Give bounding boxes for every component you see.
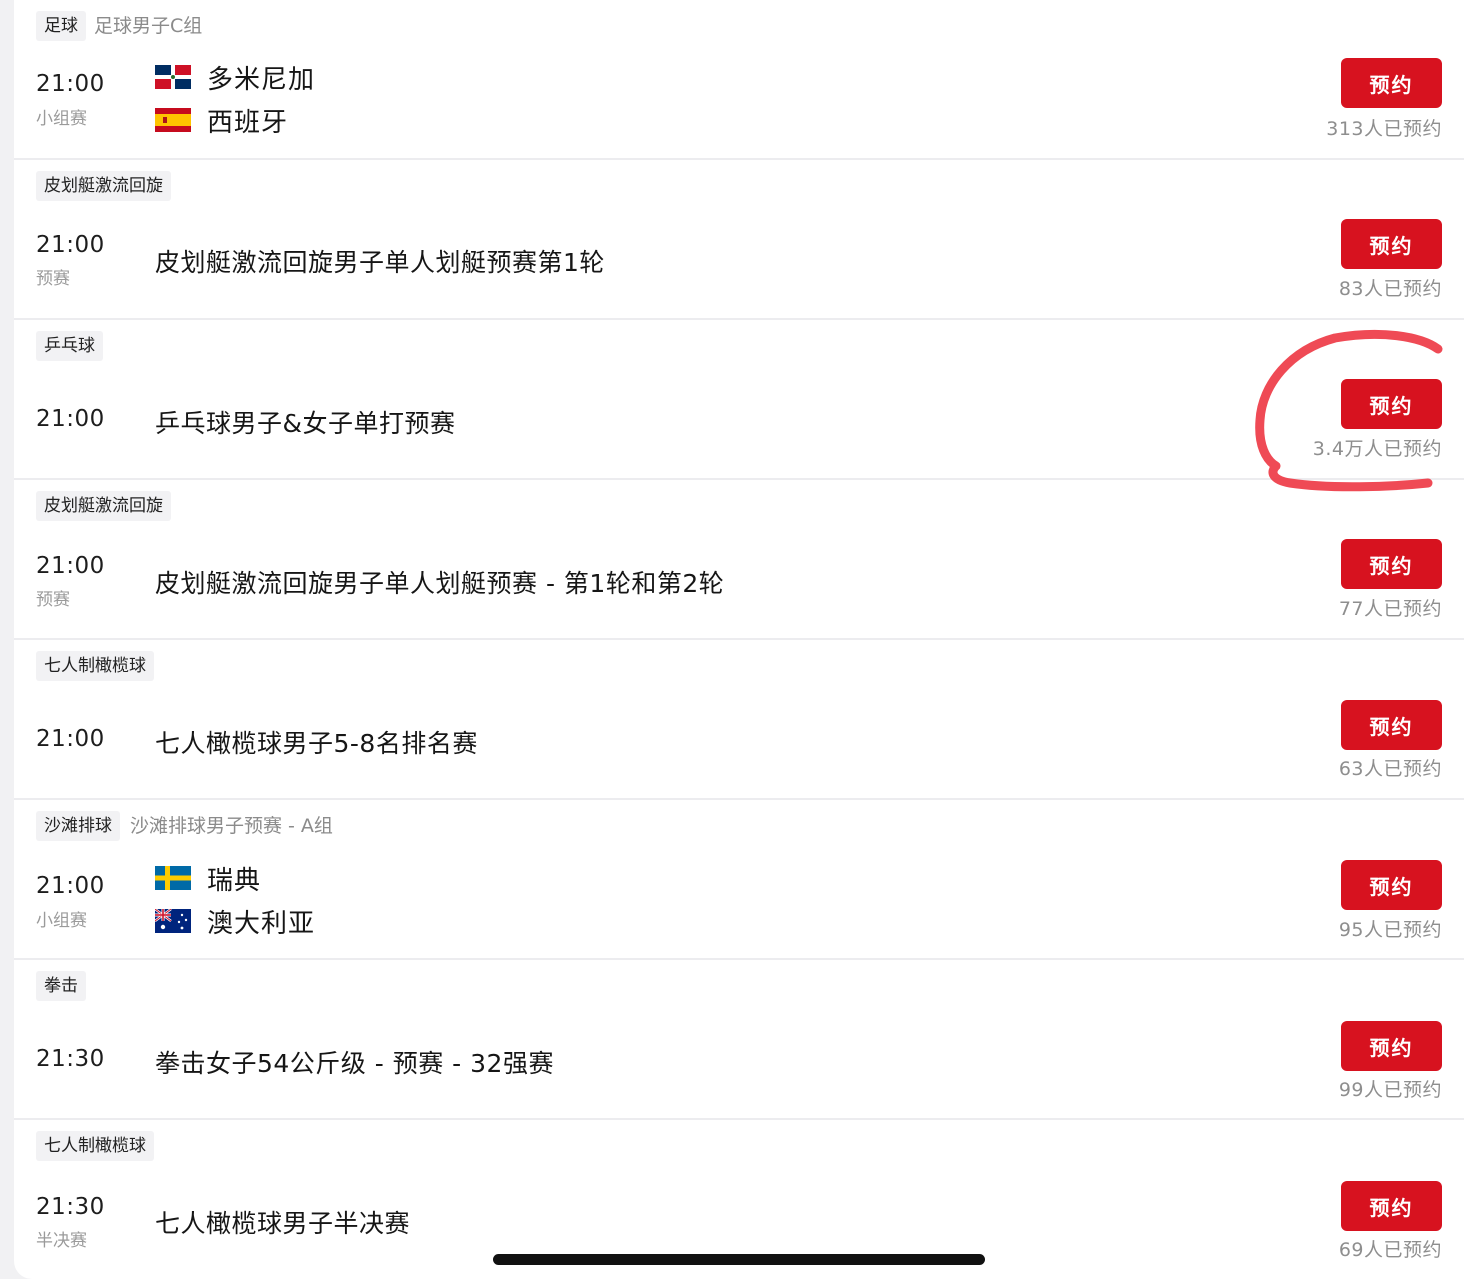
event-row-canoe: 皮划艇激流回旋 21:00 预赛 皮划艇激流回旋男子单人划艇预赛第1轮 预约 8… — [14, 160, 1464, 320]
reservation-count: 99人已预约 — [1338, 1079, 1442, 1101]
reservation-count: 95人已预约 — [1338, 919, 1442, 941]
event-time: 21:00 — [36, 232, 105, 258]
event-title: 皮划艇激流回旋男子单人划艇预赛第1轮 — [155, 248, 605, 277]
event-title: 七人橄榄球男子半决赛 — [155, 1209, 411, 1238]
event-title: 拳击女子54公斤级 - 预赛 - 32强赛 — [155, 1049, 554, 1078]
sport-tag: 七人制橄榄球 — [36, 1131, 154, 1161]
reservation-count: 3.4万人已预约 — [1312, 438, 1442, 460]
team-name: 西班牙 — [207, 107, 289, 138]
reserve-button[interactable]: 预约 — [1341, 1021, 1442, 1071]
event-time: 21:00 — [36, 726, 105, 752]
event-time: 21:30 — [36, 1194, 105, 1220]
reservation-count: 69人已预约 — [1338, 1239, 1442, 1261]
event-title: 乒乓球男子&女子单打预赛 — [155, 409, 456, 438]
reserve-button[interactable]: 预约 — [1341, 219, 1442, 269]
event-group-label: 足球男子C组 — [94, 15, 203, 37]
event-stage: 小组赛 — [36, 911, 87, 931]
team-name: 澳大利亚 — [207, 908, 316, 939]
event-stage: 预赛 — [36, 590, 70, 610]
sport-tag: 拳击 — [36, 971, 86, 1001]
reservation-count: 83人已预约 — [1338, 278, 1442, 300]
sport-tag: 皮划艇激流回旋 — [36, 491, 171, 521]
dominican-flag-icon — [155, 65, 191, 89]
event-title: 七人橄榄球男子5-8名排名赛 — [155, 729, 478, 758]
team-name: 瑞典 — [207, 865, 262, 896]
event-time: 21:00 — [36, 71, 105, 97]
team-row: 多米尼加 — [155, 57, 315, 97]
sport-tag: 沙滩排球 — [36, 811, 120, 841]
event-row-canoe-2: 皮划艇激流回旋 21:00 预赛 皮划艇激流回旋男子单人划艇预赛 - 第1轮和第… — [14, 480, 1464, 640]
event-row-football: 足球 足球男子C组 21:00 小组赛 多米尼加 西班牙 预约 313人已预约 — [14, 0, 1464, 160]
reserve-button[interactable]: 预约 — [1341, 860, 1442, 910]
sport-tag: 乒乓球 — [36, 331, 103, 361]
event-stage: 预赛 — [36, 269, 70, 289]
sport-tag: 七人制橄榄球 — [36, 651, 154, 681]
reservation-count: 77人已预约 — [1338, 598, 1442, 620]
event-stage: 半决赛 — [36, 1231, 87, 1251]
sport-tag: 足球 — [36, 11, 86, 41]
spain-flag-icon — [155, 108, 191, 132]
event-group-label: 沙滩排球男子预赛 - A组 — [130, 815, 333, 837]
reserve-button[interactable]: 预约 — [1341, 1181, 1442, 1231]
event-time: 21:30 — [36, 1046, 105, 1072]
sport-tag: 皮划艇激流回旋 — [36, 171, 171, 201]
event-row-boxing: 拳击 21:30 拳击女子54公斤级 - 预赛 - 32强赛 预约 99人已预约 — [14, 960, 1464, 1120]
team-row: 澳大利亚 — [155, 901, 315, 941]
event-time: 21:00 — [36, 553, 105, 579]
reserve-button[interactable]: 预约 — [1341, 58, 1442, 108]
australia-flag-icon — [155, 909, 191, 933]
event-stage: 小组赛 — [36, 109, 87, 129]
event-row-table-tennis: 乒乓球 21:00 乒乓球男子&女子单打预赛 预约 3.4万人已预约 — [14, 320, 1464, 480]
reservation-count: 63人已预约 — [1338, 758, 1442, 780]
event-time: 21:00 — [36, 406, 105, 432]
reserve-button[interactable]: 预约 — [1341, 539, 1442, 589]
event-list: 足球 足球男子C组 21:00 小组赛 多米尼加 西班牙 预约 313人已预约 — [14, 0, 1464, 1279]
team-row: 西班牙 — [155, 100, 288, 140]
sweden-flag-icon — [155, 866, 191, 890]
event-time: 21:00 — [36, 873, 105, 899]
event-title: 皮划艇激流回旋男子单人划艇预赛 - 第1轮和第2轮 — [155, 569, 725, 598]
reserve-button[interactable]: 预约 — [1341, 700, 1442, 750]
home-indicator — [493, 1254, 985, 1265]
reserve-button[interactable]: 预约 — [1341, 379, 1442, 429]
team-name: 多米尼加 — [207, 64, 316, 95]
event-row-beach-volleyball: 沙滩排球 沙滩排球男子预赛 - A组 21:00 小组赛 瑞典 澳大利亚 预约 … — [14, 800, 1464, 960]
event-row-rugby: 七人制橄榄球 21:00 七人橄榄球男子5-8名排名赛 预约 63人已预约 — [14, 640, 1464, 800]
reservation-count: 313人已预约 — [1326, 118, 1442, 140]
team-row: 瑞典 — [155, 858, 261, 898]
